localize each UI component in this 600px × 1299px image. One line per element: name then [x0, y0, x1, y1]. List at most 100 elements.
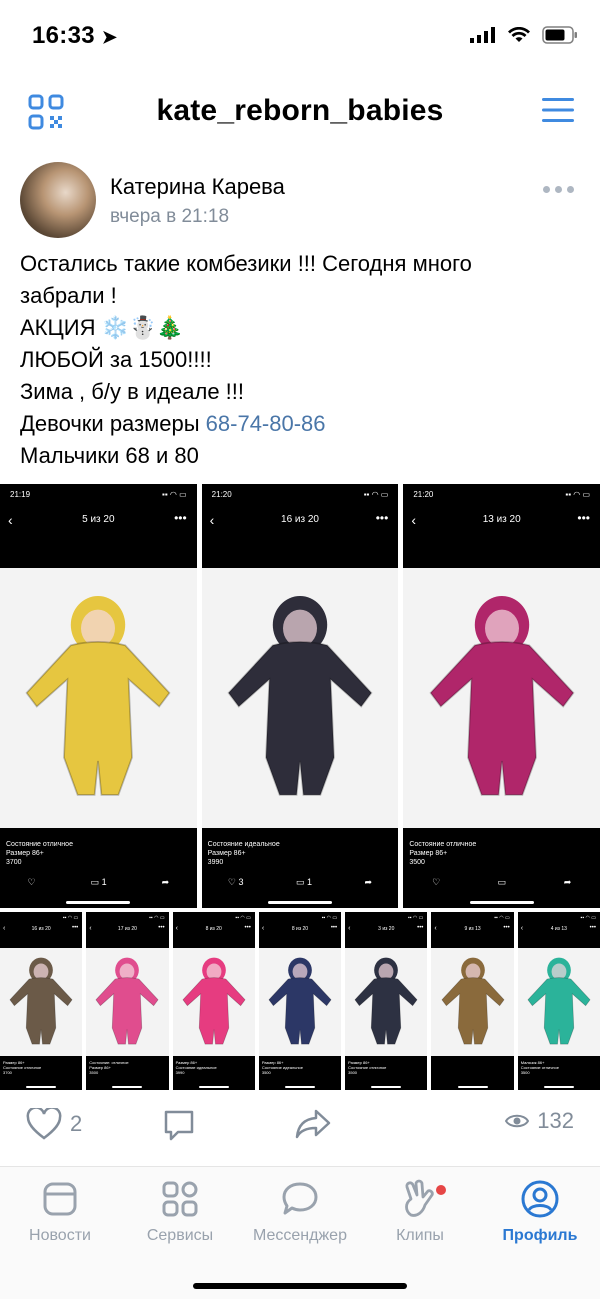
- snowsuit-photo: [95, 957, 159, 1045]
- shot-share: ➦: [161, 877, 170, 887]
- shot-status-icons: ▪▪ ◠ ▭: [321, 915, 338, 921]
- snowsuit-photo: [527, 957, 591, 1045]
- photo-thumbnail[interactable]: ▪▪ ◠ ▭ ‹ 8 из 20 ••• Размер 86+ Состояние иде…: [258, 912, 342, 1090]
- photo-thumbnail[interactable]: 21:20 ▪▪ ◠ ▭ ‹ 16 из 20 ••• Состояние идеальн…: [201, 484, 399, 908]
- snowsuit-photo: [429, 596, 575, 796]
- photo-grid-small: ▪▪ ◠ ▭ ‹ 16 из 20 ••• Размер 86+ Состояние от…: [0, 912, 600, 1090]
- snowsuit-photo: [182, 957, 246, 1045]
- snowsuit-photo: [227, 596, 373, 796]
- shot-counter: 9 из 13: [464, 926, 481, 932]
- hamburger-menu-icon[interactable]: [542, 96, 574, 129]
- comment-button[interactable]: [162, 1108, 196, 1142]
- wifi-icon: [508, 27, 530, 42]
- share-icon: [295, 1109, 331, 1139]
- shot-clock: 21:19: [10, 490, 31, 499]
- tab-messenger[interactable]: Мессенджер: [240, 1177, 360, 1245]
- bottom-tab-bar: Новости Сервисы Мессенджер Клипы Профиль: [0, 1166, 600, 1299]
- views-count: 132: [537, 1108, 574, 1133]
- more-icon: •••: [174, 511, 187, 525]
- shot-status-icons: ▪▪ ◠ ▭: [62, 915, 79, 921]
- shot-caption: Размер 86+: [409, 850, 448, 857]
- shot-status-icons: ▪▪ ◠ ▭: [162, 490, 187, 499]
- back-chevron-icon: ‹: [348, 925, 351, 932]
- photo-thumbnail[interactable]: 21:19 ▪▪ ◠ ▭ ‹ 5 из 20 ••• Состояние отличное…: [0, 484, 197, 908]
- profile-icon: [521, 1180, 559, 1218]
- comment-icon: [164, 1110, 194, 1141]
- post-line: Мальчики 68 и 80: [20, 443, 199, 468]
- more-icon: •••: [71, 925, 79, 931]
- shot-caption: 3990: [175, 1070, 185, 1075]
- shot-caption: 3700: [3, 1070, 12, 1075]
- status-bar: 16:33 ➤: [0, 0, 600, 70]
- shot-counter: 8 из 20: [291, 926, 309, 932]
- shot-status-icons: ▪▪ ◠ ▭: [363, 490, 389, 499]
- photo-thumbnail[interactable]: ▪▪ ◠ ▭ ‹ 8 из 20 ••• Размер 86+ Состояние иде…: [172, 912, 255, 1090]
- photo-thumbnail[interactable]: ▪▪ ◠ ▭ ‹ 4 из 13 ••• Мальчик 86+ Состояние от…: [517, 912, 600, 1090]
- shot-caption: 3500: [520, 1070, 530, 1075]
- back-chevron-icon: ‹: [3, 925, 6, 932]
- like-button[interactable]: 2: [26, 1108, 82, 1140]
- share-button[interactable]: [294, 1108, 332, 1140]
- page-title: kate_reborn_babies: [156, 94, 444, 127]
- more-icon: •••: [158, 925, 165, 931]
- location-arrow-icon: ➤: [101, 27, 118, 47]
- back-chevron-icon: ‹: [209, 512, 215, 528]
- photo-thumbnail[interactable]: ▪▪ ◠ ▭ ‹ 9 из 13 •••: [431, 912, 514, 1090]
- shot-clock: 21:20: [211, 490, 232, 499]
- back-chevron-icon: ‹: [8, 512, 13, 528]
- photo-thumbnail[interactable]: ▪▪ ◠ ▭ ‹ 3 из 20 ••• Размер 86+ Состояние отл…: [345, 912, 428, 1090]
- size-link[interactable]: 68-74-80-86: [206, 411, 326, 436]
- tab-news[interactable]: Новости: [0, 1177, 120, 1245]
- services-icon: [162, 1181, 198, 1217]
- shot-caption: Размер 86+: [6, 850, 44, 857]
- post-line: забрали !: [20, 283, 117, 308]
- photo-thumbnail[interactable]: ▪▪ ◠ ▭ ‹ 17 из 20 ••• Состояние: отличное Раз…: [86, 912, 169, 1090]
- more-icon: •••: [244, 925, 251, 931]
- tab-label: Мессенджер: [253, 1227, 347, 1244]
- snowsuit-photo: [440, 957, 505, 1045]
- snowsuit-photo: [9, 957, 73, 1045]
- shot-status-icons: ▪▪ ◠ ▭: [565, 490, 591, 499]
- post-actions: 2 132: [0, 1100, 600, 1156]
- more-icon: •••: [589, 925, 596, 931]
- more-icon: •••: [417, 925, 424, 931]
- tab-profile[interactable]: Профиль: [480, 1177, 600, 1245]
- tab-clips[interactable]: Клипы: [360, 1177, 480, 1245]
- tab-label: Профиль: [502, 1227, 578, 1244]
- views-counter: 132: [505, 1108, 574, 1134]
- shot-counter: 13 из 20: [482, 514, 521, 525]
- shot-counter: 5 из 20: [82, 514, 115, 525]
- more-options-icon[interactable]: [543, 186, 574, 193]
- shot-caption: Состояние отличное: [6, 841, 73, 848]
- tab-services[interactable]: Сервисы: [120, 1177, 240, 1245]
- shot-share: ➦: [563, 877, 572, 887]
- back-chevron-icon: ‹: [520, 925, 524, 932]
- snowsuit-photo: [268, 957, 332, 1045]
- messenger-icon: [282, 1182, 318, 1215]
- photo-thumbnail[interactable]: ▪▪ ◠ ▭ ‹ 16 из 20 ••• Размер 86+ Состояние от…: [0, 912, 83, 1090]
- post-text: Остались такие комбезики !!! Сегодня мно…: [20, 248, 580, 472]
- avatar[interactable]: [20, 162, 96, 238]
- post-author[interactable]: Катерина Карева: [110, 174, 285, 200]
- photo-thumbnail[interactable]: 21:20 ▪▪ ◠ ▭ ‹ 13 из 20 ••• Состояние отлично…: [403, 484, 600, 908]
- shot-status-icons: ▪▪ ◠ ▭: [580, 915, 596, 921]
- clips-icon: [405, 1179, 434, 1217]
- status-time: 16:33 ➤: [32, 22, 118, 49]
- snowsuit-photo: [354, 957, 418, 1045]
- shot-caption: 3700: [6, 859, 22, 866]
- shot-caption: 3500: [261, 1070, 271, 1075]
- back-chevron-icon: ‹: [89, 925, 92, 932]
- post-line: Девочки размеры 68-74-80-86: [20, 411, 326, 436]
- more-icon: •••: [503, 925, 510, 931]
- like-count: 2: [70, 1111, 83, 1136]
- shot-caption: Состояние идеальное: [207, 841, 280, 848]
- shot-caption: 3990: [207, 859, 224, 866]
- post-line: Зима , б/у в идеале !!!: [20, 379, 245, 404]
- shot-like: ♡: [432, 877, 441, 887]
- post-line: АКЦИЯ ❄️☃️🎄: [20, 315, 184, 340]
- post-line: ЛЮБОЙ за 1500!!!!: [20, 347, 212, 372]
- back-chevron-icon: ‹: [175, 925, 178, 932]
- shot-comment: ▭: [497, 877, 507, 887]
- post-time: вчера в 21:18: [110, 206, 230, 227]
- back-chevron-icon: ‹: [261, 925, 265, 932]
